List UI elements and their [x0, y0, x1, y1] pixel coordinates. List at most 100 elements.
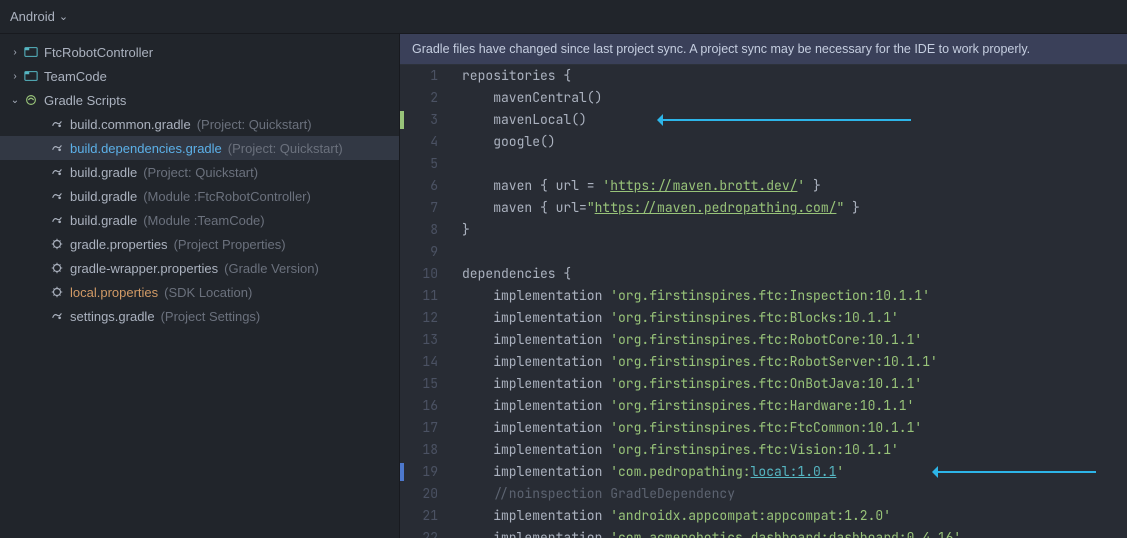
project-selector-label: Android — [10, 9, 55, 24]
line-gutter: 1234567891011121314151617181920212223 — [400, 65, 456, 538]
header-bar: Android ⌄ — [0, 0, 1127, 34]
line-number: 3 — [400, 109, 438, 131]
tree-item-label: gradle.properties — [70, 237, 168, 252]
project-tree[interactable]: › FtcRobotController › TeamCode ⌄ Gradle Scri… — [0, 34, 400, 538]
code-line[interactable]: implementation 'org.firstinspires.ftc:On… — [462, 373, 1127, 395]
project-selector[interactable]: Android ⌄ — [10, 9, 68, 24]
code-line[interactable]: maven { url="https://maven.pedropathing.… — [462, 197, 1127, 219]
code-line[interactable]: implementation 'androidx.appcompat:appco… — [462, 505, 1127, 527]
tree-item-label: build.gradle — [70, 165, 137, 180]
line-number: 16 — [400, 395, 438, 417]
line-number: 19 — [400, 461, 438, 483]
code-line[interactable]: implementation 'org.firstinspires.ftc:Bl… — [462, 307, 1127, 329]
code-content[interactable]: repositories { mavenCentral() mavenLocal… — [456, 65, 1127, 538]
gradle-icon — [48, 117, 66, 131]
line-number: 7 — [400, 197, 438, 219]
tree-item-build-gradle[interactable]: build.gradle (Project: Quickstart) — [0, 160, 399, 184]
tree-item-hint: (Gradle Version) — [224, 261, 319, 276]
line-number: 2 — [400, 87, 438, 109]
code-line[interactable]: google() — [462, 131, 1127, 153]
gradle-icon — [48, 213, 66, 227]
annotation-arrow — [661, 119, 911, 121]
tree-item-label: build.gradle — [70, 189, 137, 204]
tree-item-label: FtcRobotController — [44, 45, 153, 60]
tree-item-hint: (Project Settings) — [161, 309, 261, 324]
annotation-arrow — [936, 471, 1096, 473]
line-number: 6 — [400, 175, 438, 197]
code-line[interactable]: maven { url = 'https://maven.brott.dev/'… — [462, 175, 1127, 197]
code-line[interactable] — [462, 153, 1127, 175]
line-number: 9 — [400, 241, 438, 263]
gradle-icon — [48, 189, 66, 203]
gradle-group-icon — [22, 93, 40, 107]
tree-item-hint: (Project: Quickstart) — [143, 165, 258, 180]
code-line[interactable]: dependencies { — [462, 263, 1127, 285]
code-line[interactable] — [462, 241, 1127, 263]
code-line[interactable]: implementation 'org.firstinspires.ftc:Ha… — [462, 395, 1127, 417]
line-number: 5 — [400, 153, 438, 175]
code-line[interactable]: mavenCentral() — [462, 87, 1127, 109]
tree-item-gradle-properties[interactable]: gradle.properties (Project Properties) — [0, 232, 399, 256]
editor-pane: Gradle files have changed since last pro… — [400, 34, 1127, 538]
tree-item-build-gradle[interactable]: build.gradle (Module :FtcRobotController) — [0, 184, 399, 208]
tree-item-teamcode[interactable]: › TeamCode — [0, 64, 399, 88]
code-line[interactable]: implementation 'org.firstinspires.ftc:Ro… — [462, 329, 1127, 351]
tree-item-build-dependencies-gradle[interactable]: build.dependencies.gradle (Project: Quick… — [0, 136, 399, 160]
line-number: 4 — [400, 131, 438, 153]
code-line[interactable]: implementation 'org.firstinspires.ftc:Vi… — [462, 439, 1127, 461]
tree-item-ftcrobotcontroller[interactable]: › FtcRobotController — [0, 40, 399, 64]
chevron-icon[interactable]: ⌄ — [8, 95, 22, 106]
chevron-down-icon: ⌄ — [59, 10, 68, 23]
chevron-icon[interactable]: › — [8, 71, 22, 82]
line-number: 22 — [400, 527, 438, 538]
tree-item-hint: (Project: Quickstart) — [228, 141, 343, 156]
line-number: 10 — [400, 263, 438, 285]
tree-item-label: build.gradle — [70, 213, 137, 228]
tree-item-label: build.common.gradle — [70, 117, 191, 132]
tree-item-hint: (Module :FtcRobotController) — [143, 189, 311, 204]
tree-item-label: settings.gradle — [70, 309, 155, 324]
tree-item-hint: (Project Properties) — [174, 237, 286, 252]
props-icon — [48, 237, 66, 251]
line-number: 13 — [400, 329, 438, 351]
tree-item-local-properties[interactable]: local.properties (SDK Location) — [0, 280, 399, 304]
tree-item-label: gradle-wrapper.properties — [70, 261, 218, 276]
props-icon — [48, 285, 66, 299]
code-line[interactable]: //noinspection GradleDependency — [462, 483, 1127, 505]
tree-item-build-gradle[interactable]: build.gradle (Module :TeamCode) — [0, 208, 399, 232]
tree-item-hint: (Project: Quickstart) — [197, 117, 312, 132]
props-icon — [48, 261, 66, 275]
line-number: 8 — [400, 219, 438, 241]
tree-item-gradle-wrapper-properties[interactable]: gradle-wrapper.properties (Gradle Version… — [0, 256, 399, 280]
line-number: 1 — [400, 65, 438, 87]
main-area: › FtcRobotController › TeamCode ⌄ Gradle Scri… — [0, 34, 1127, 538]
code-line[interactable]: repositories { — [462, 65, 1127, 87]
tree-item-hint: (SDK Location) — [164, 285, 252, 300]
tree-item-label: Gradle Scripts — [44, 93, 126, 108]
line-number: 17 — [400, 417, 438, 439]
tree-item-label: local.properties — [70, 285, 158, 300]
line-number: 11 — [400, 285, 438, 307]
line-number: 18 — [400, 439, 438, 461]
line-number: 14 — [400, 351, 438, 373]
gradle-icon — [48, 165, 66, 179]
line-number: 15 — [400, 373, 438, 395]
code-line[interactable]: } — [462, 219, 1127, 241]
code-editor[interactable]: 1234567891011121314151617181920212223 re… — [400, 65, 1127, 538]
code-line[interactable]: implementation 'org.firstinspires.ftc:Ft… — [462, 417, 1127, 439]
chevron-icon[interactable]: › — [8, 47, 22, 58]
code-line[interactable]: implementation 'org.firstinspires.ftc:In… — [462, 285, 1127, 307]
tree-item-settings-gradle[interactable]: settings.gradle (Project Settings) — [0, 304, 399, 328]
gradle-sync-banner[interactable]: Gradle files have changed since last pro… — [400, 34, 1127, 65]
tree-item-build-common-gradle[interactable]: build.common.gradle (Project: Quickstart) — [0, 112, 399, 136]
tree-item-label: build.dependencies.gradle — [70, 141, 222, 156]
module-icon — [22, 69, 40, 83]
line-number: 12 — [400, 307, 438, 329]
code-line[interactable]: implementation 'com.acmerobotics.dashboa… — [462, 527, 1127, 538]
code-line[interactable]: implementation 'org.firstinspires.ftc:Ro… — [462, 351, 1127, 373]
gradle-icon — [48, 141, 66, 155]
tree-item-label: TeamCode — [44, 69, 107, 84]
tree-item-hint: (Module :TeamCode) — [143, 213, 264, 228]
tree-item-gradle-scripts[interactable]: ⌄ Gradle Scripts — [0, 88, 399, 112]
line-number: 21 — [400, 505, 438, 527]
